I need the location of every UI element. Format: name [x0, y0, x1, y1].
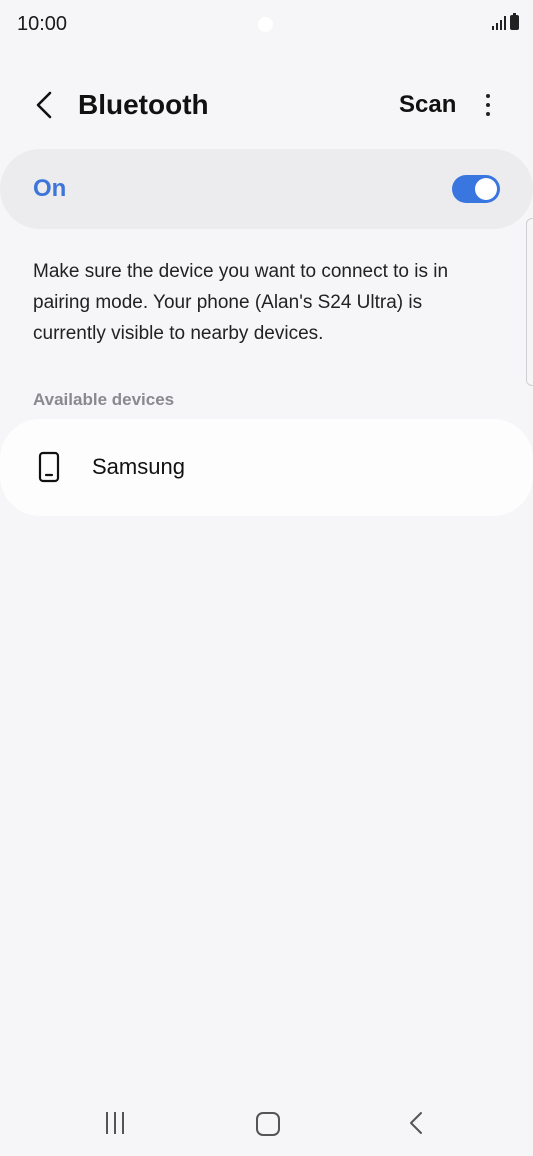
recents-icon	[106, 1112, 108, 1134]
status-time: 10:00	[17, 13, 68, 35]
device-item-samsung[interactable]: Samsung	[0, 419, 533, 516]
navigation-bar	[0, 1096, 533, 1156]
bluetooth-toggle-switch[interactable]	[452, 175, 500, 203]
more-options-button[interactable]	[476, 89, 500, 121]
status-bar: 10:00	[0, 0, 533, 50]
available-devices-title: Available devices	[33, 390, 175, 409]
app-header: Bluetooth Scan	[0, 75, 533, 135]
camera-cutout	[258, 17, 273, 32]
back-icon[interactable]	[406, 1110, 426, 1136]
page-title: Bluetooth	[78, 89, 209, 120]
smartphone-icon	[38, 451, 60, 483]
device-name: Samsung	[92, 454, 185, 479]
chevron-left-icon	[36, 91, 52, 119]
more-vertical-icon	[486, 94, 490, 98]
home-button[interactable]	[256, 1112, 280, 1136]
scan-button[interactable]: Scan	[399, 87, 456, 123]
pairing-description: Make sure the device you want to connect…	[33, 261, 449, 344]
back-button[interactable]	[28, 87, 60, 123]
signal-icon	[492, 14, 506, 30]
toggle-knob	[475, 178, 497, 200]
recents-button[interactable]	[106, 1112, 124, 1134]
bluetooth-toggle-card[interactable]: On	[0, 149, 533, 229]
toggle-label: On	[33, 175, 67, 202]
status-icons	[492, 13, 519, 30]
battery-icon	[510, 13, 519, 30]
scrollbar[interactable]	[526, 218, 533, 386]
